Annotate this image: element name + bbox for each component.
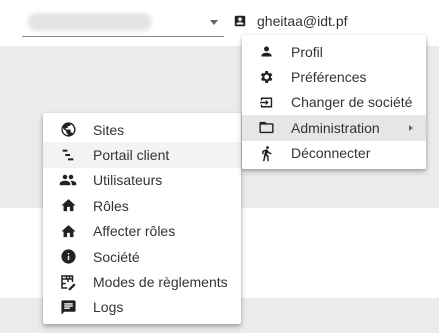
info-icon (59, 248, 77, 266)
user-menu: Profil Préférences Changer de société Ad… (242, 35, 426, 169)
home-icon (59, 197, 77, 215)
menu-item-label: Déconnecter (291, 145, 371, 162)
menu-item-label: Utilisateurs (93, 172, 163, 189)
menu-item-label: Affecter rôles (93, 223, 176, 240)
menu-item-label: Modes de règlements (93, 274, 228, 291)
menu-item-label: Changer de société (291, 94, 413, 111)
company-select[interactable] (22, 8, 224, 37)
menu-item-administration[interactable]: Administration (242, 115, 426, 141)
menu-item-label: Sites (93, 121, 125, 138)
account-box-icon (233, 14, 247, 28)
folder-icon (257, 119, 275, 137)
menu-item-utilisateurs[interactable]: Utilisateurs (43, 168, 241, 193)
menu-item-logs[interactable]: Logs (43, 295, 241, 320)
menu-item-label: Société (93, 248, 140, 265)
menu-item-sites[interactable]: Sites (43, 117, 241, 142)
admin-submenu: Sites Portail client Utilisateurs Rôles … (43, 113, 241, 324)
user-email: gheitaa@idt.pf (257, 13, 348, 29)
person-icon (257, 43, 275, 61)
menu-item-preferences[interactable]: Préférences (242, 64, 426, 89)
people-icon (59, 171, 77, 189)
menu-item-label: Profil (291, 43, 323, 60)
menu-item-changer-de-societe[interactable]: Changer de société (242, 90, 426, 115)
globe-icon (59, 121, 77, 139)
switch-icon (257, 93, 275, 111)
menu-item-affecter-roles[interactable]: Affecter rôles (43, 219, 241, 244)
chevron-right-icon (409, 125, 413, 132)
gear-icon (257, 68, 275, 86)
chevron-down-icon[interactable] (210, 20, 218, 25)
menu-item-label: Portail client (93, 147, 170, 164)
sort-lines-icon (59, 146, 77, 164)
menu-item-societe[interactable]: Société (43, 244, 241, 269)
chat-icon (59, 298, 77, 316)
menu-item-portail-client[interactable]: Portail client (43, 142, 241, 168)
company-select-value (28, 13, 152, 31)
table-edit-icon (59, 273, 77, 291)
menu-item-roles[interactable]: Rôles (43, 193, 241, 218)
menu-item-label: Rôles (93, 197, 129, 214)
menu-item-profil[interactable]: Profil (242, 39, 426, 64)
user-account-button[interactable]: gheitaa@idt.pf (233, 10, 348, 32)
menu-item-modes-de-reglements[interactable]: Modes de règlements (43, 269, 241, 294)
menu-item-label: Préférences (291, 69, 367, 86)
menu-item-label: Logs (93, 299, 124, 316)
running-person-icon (257, 144, 275, 162)
menu-item-deconnecter[interactable]: Déconnecter (242, 141, 426, 166)
home-icon (59, 222, 77, 240)
menu-item-label: Administration (291, 119, 380, 136)
